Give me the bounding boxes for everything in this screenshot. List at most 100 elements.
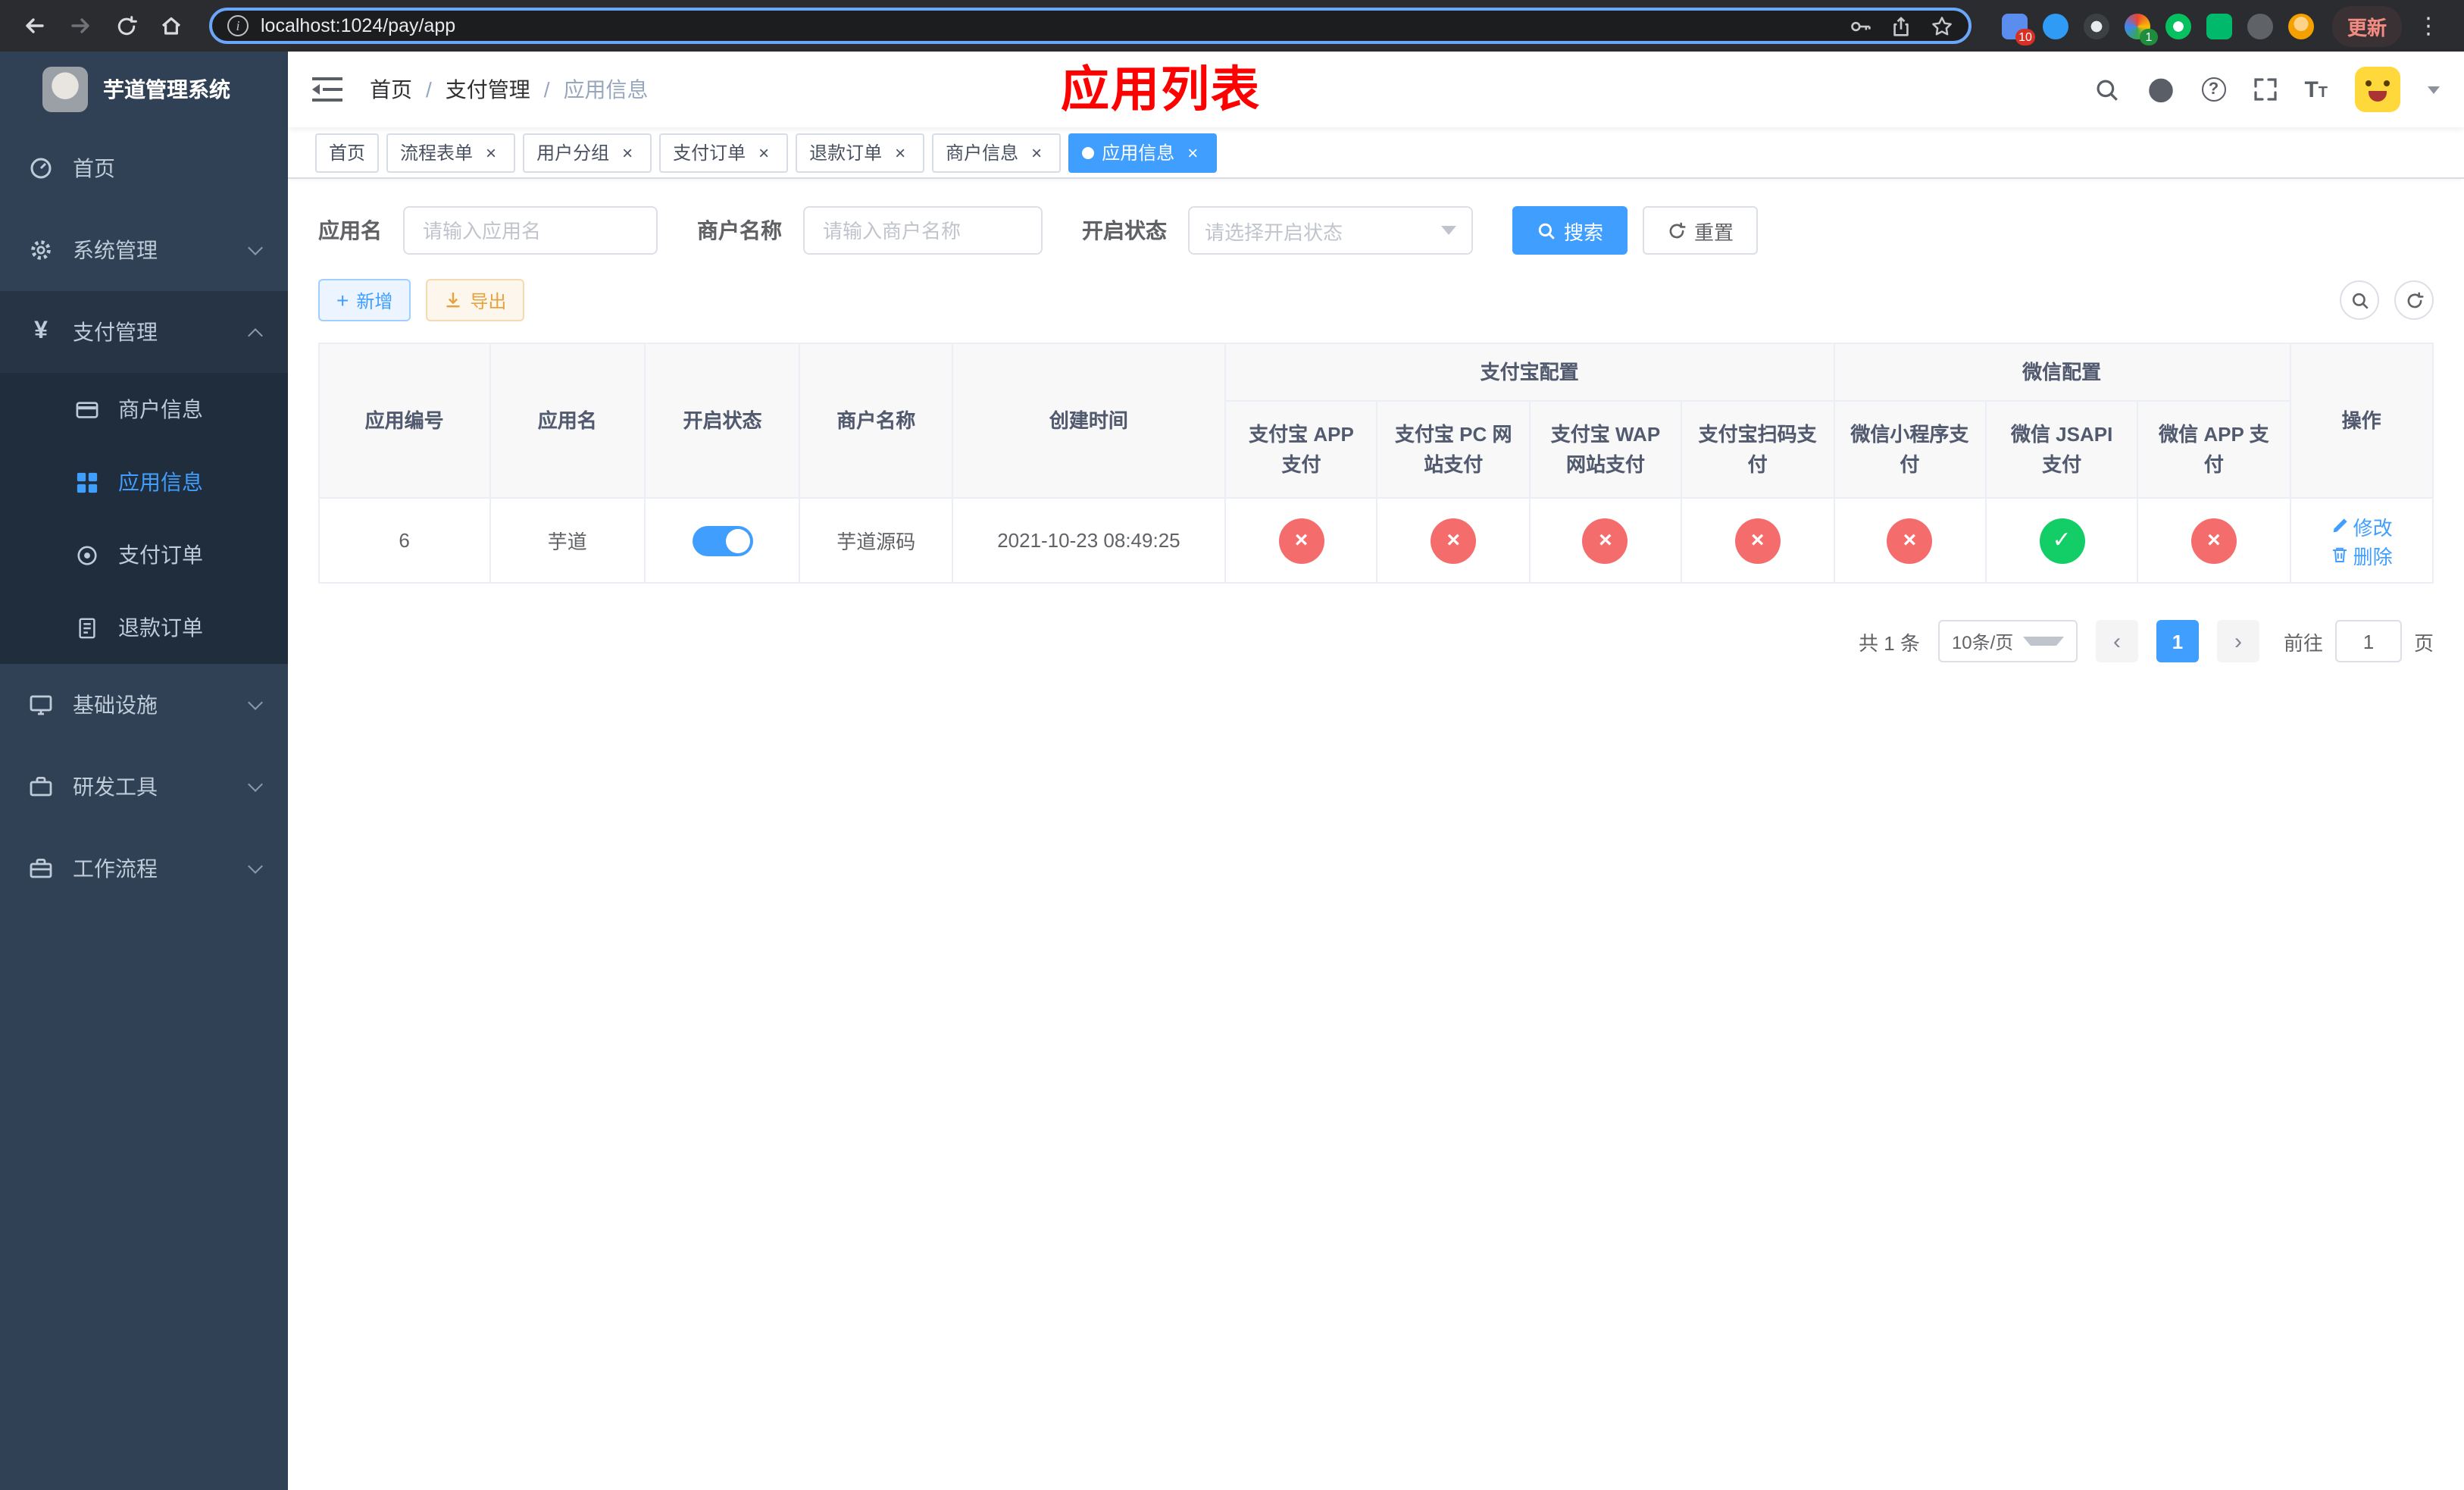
sidebar-item-payment[interactable]: ¥ 支付管理	[0, 291, 288, 373]
workflow-box-icon	[27, 856, 55, 881]
sidebar-item-app-info[interactable]: 应用信息	[0, 446, 288, 518]
order-circle-icon	[73, 543, 100, 566]
github-icon[interactable]	[2147, 76, 2174, 103]
search-icon[interactable]	[2093, 77, 2119, 102]
refresh-table-icon[interactable]	[2394, 280, 2434, 320]
tab-refund-order[interactable]: 退款订单 ×	[796, 133, 925, 172]
goto-label: 前往	[2283, 631, 2323, 654]
extension-badge-1: 10	[2015, 28, 2035, 45]
delete-link[interactable]: 删除	[2331, 540, 2393, 569]
prev-page-button[interactable]: ‹	[2095, 620, 2138, 662]
yen-icon: ¥	[34, 318, 48, 344]
sidebar-item-label: 支付管理	[73, 320, 158, 344]
tab-close-icon[interactable]: ×	[753, 142, 774, 163]
extension-icon-1[interactable]: 10	[2001, 13, 2035, 45]
extension-icon-3[interactable]	[2083, 13, 2109, 39]
goto-page-input[interactable]	[2334, 620, 2402, 662]
password-key-icon[interactable]	[1849, 14, 1871, 37]
breadcrumb-current: 应用信息	[563, 77, 649, 102]
site-info-icon[interactable]: i	[227, 15, 249, 36]
avatar-caret-down-icon[interactable]	[2428, 86, 2440, 93]
extension-icon-7[interactable]	[2247, 13, 2273, 39]
extension-icon-8[interactable]	[2287, 13, 2314, 39]
extension-icon-2[interactable]	[2042, 13, 2068, 39]
home-icon[interactable]	[152, 6, 191, 45]
toolbox-icon	[27, 775, 55, 799]
sidebar-item-dev-tools[interactable]: 研发工具	[0, 746, 288, 828]
tab-user-group[interactable]: 用户分组 ×	[523, 133, 652, 172]
export-button[interactable]: 导出	[426, 279, 525, 321]
browser-update-button[interactable]: 更新	[2331, 5, 2402, 46]
user-avatar[interactable]	[2355, 67, 2400, 112]
breadcrumb-home[interactable]: 首页	[370, 74, 412, 105]
help-icon[interactable]: ?	[2201, 77, 2226, 102]
tab-home[interactable]: 首页	[315, 133, 380, 172]
screen: i localhost:1024/pay/app 10 1 更新 ⋮ 芋道管理系…	[0, 0, 2464, 1490]
app-title: 芋道管理系统	[103, 77, 230, 102]
sidebar-item-home[interactable]: 首页	[0, 127, 288, 209]
page-size-select[interactable]: 10条/页	[1937, 620, 2078, 662]
column-header-app-name: 应用名	[489, 343, 646, 499]
table-row: 6 芋道 芋道源码 2021-10-23 08:49:25 × × × × × …	[318, 497, 2434, 584]
extension-icon-6[interactable]	[2206, 13, 2232, 39]
sidebar-item-pay-order[interactable]: 支付订单	[0, 518, 288, 591]
fullscreen-icon[interactable]	[2253, 77, 2277, 102]
page-number-button[interactable]: 1	[2156, 620, 2199, 662]
sidebar-item-workflow[interactable]: 工作流程	[0, 828, 288, 909]
address-bar[interactable]: i localhost:1024/pay/app	[209, 8, 1972, 44]
forward-icon[interactable]	[61, 6, 100, 45]
chevron-down-icon	[2022, 637, 2064, 646]
tab-close-icon[interactable]: ×	[890, 142, 911, 163]
sidebar-collapse-icon[interactable]	[312, 74, 346, 105]
status-toggle[interactable]	[692, 525, 753, 556]
status-label: 开启状态	[1082, 218, 1167, 243]
search-button[interactable]: 搜索	[1512, 206, 1628, 255]
url-text[interactable]: localhost:1024/pay/app	[261, 15, 455, 36]
sidebar-item-label: 支付订单	[118, 543, 203, 567]
add-button[interactable]: + 新增	[318, 279, 411, 321]
sidebar-item-merchant-info[interactable]: 商户信息	[0, 373, 288, 446]
show-search-toggle-icon[interactable]	[2340, 280, 2379, 320]
reload-icon[interactable]	[106, 6, 145, 45]
column-header-wechat-app: 微信 APP 支付	[2137, 400, 2291, 499]
sidebar-logo[interactable]: 芋道管理系统	[0, 52, 288, 127]
pagination: 共 1 条 10条/页 ‹ 1 › 前往 页	[318, 620, 2434, 662]
sidebar-item-label: 商户信息	[118, 397, 203, 421]
extension-icon-4[interactable]: 1	[2124, 13, 2158, 45]
breadcrumb-section[interactable]: 支付管理	[446, 74, 530, 105]
tab-close-icon[interactable]: ×	[480, 142, 502, 163]
tab-merchant-info[interactable]: 商户信息 ×	[932, 133, 1062, 172]
status-select[interactable]: 请选择开启状态	[1188, 206, 1473, 255]
chevron-up-icon	[248, 327, 263, 343]
tab-pay-order[interactable]: 支付订单 ×	[659, 133, 789, 172]
tab-process-form[interactable]: 流程表单 ×	[386, 133, 516, 172]
group-header-wechat: 微信配置	[1833, 343, 2291, 402]
edit-link[interactable]: 修改	[2331, 512, 2393, 540]
tab-close-icon[interactable]: ×	[1026, 142, 1047, 163]
sidebar-item-infrastructure[interactable]: 基础设施	[0, 664, 288, 746]
browser-menu-icon[interactable]: ⋮	[2408, 12, 2449, 39]
reset-button[interactable]: 重置	[1643, 206, 1759, 255]
tab-app-info[interactable]: 应用信息 ×	[1068, 133, 1218, 172]
extension-icon-5[interactable]	[2165, 13, 2191, 39]
app-name-input[interactable]	[403, 206, 658, 255]
edit-pen-icon	[2333, 518, 2347, 533]
column-header-alipay-qr: 支付宝扫码支付	[1681, 400, 1835, 499]
sidebar-item-refund-order[interactable]: 退款订单	[0, 591, 288, 664]
sidebar-item-system[interactable]: 系统管理	[0, 209, 288, 291]
column-header-alipay-app: 支付宝 APP 支付	[1224, 400, 1378, 499]
sidebar-item-label: 退款订单	[118, 615, 203, 640]
back-icon[interactable]	[15, 6, 55, 45]
browser-chrome: i localhost:1024/pay/app 10 1 更新 ⋮	[0, 0, 2464, 52]
next-page-button[interactable]: ›	[2216, 620, 2259, 662]
tab-close-icon[interactable]: ×	[617, 142, 638, 163]
trash-icon	[2332, 547, 2347, 562]
column-header-app-id: 应用编号	[318, 343, 491, 499]
share-icon[interactable]	[1890, 14, 1912, 37]
font-size-icon[interactable]: TT	[2304, 77, 2328, 102]
tabs-bar: 首页 流程表单 × 用户分组 × 支付订单 × 退款订单 × 商户信息 × 应用…	[288, 127, 2464, 179]
tab-close-icon[interactable]: ×	[1182, 142, 1203, 163]
bookmark-star-icon[interactable]	[1931, 14, 1953, 37]
merchant-name-input[interactable]	[803, 206, 1043, 255]
plus-icon: +	[336, 288, 349, 312]
